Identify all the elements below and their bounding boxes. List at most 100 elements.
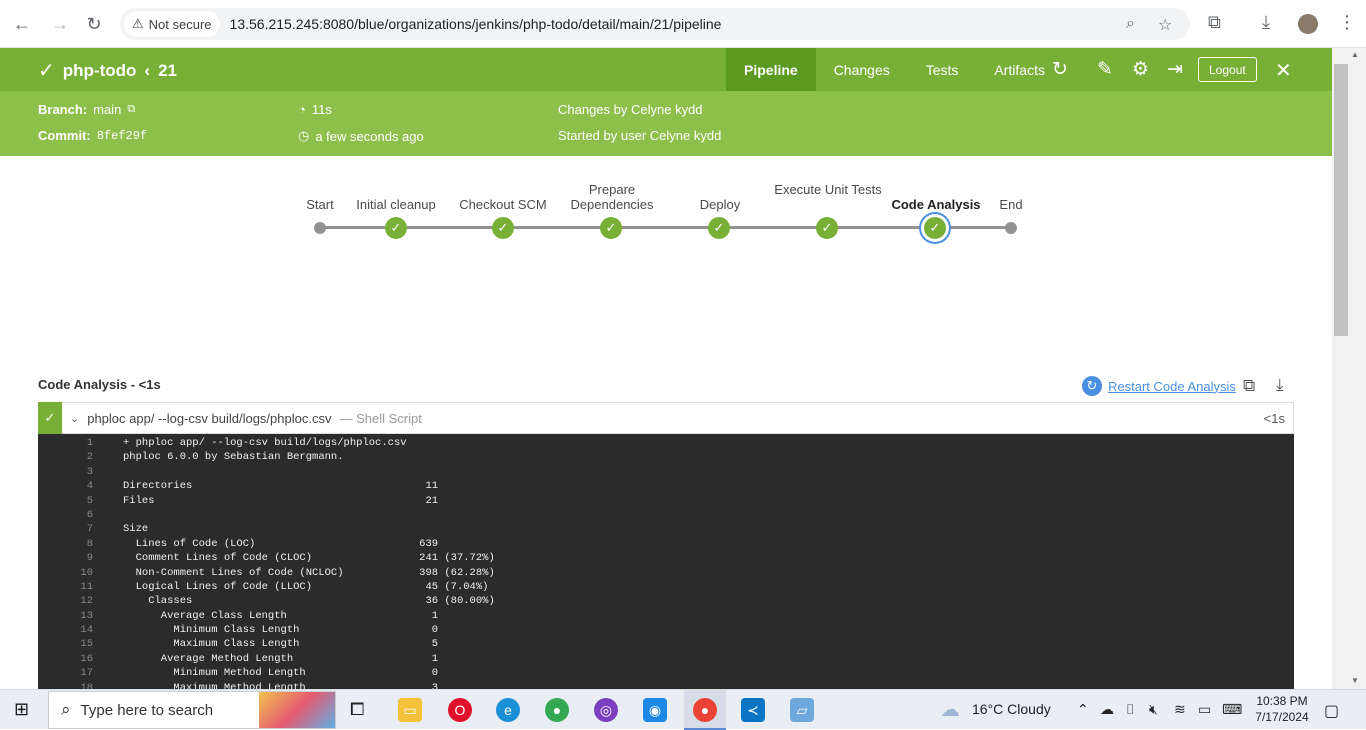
console-line: 11 Logical Lines of Code (LLOC) 45 (7.04… <box>38 581 1294 595</box>
clock[interactable]: 10:38 PM 7/17/2024 <box>1252 693 1312 725</box>
line-number[interactable]: 14 <box>38 624 93 636</box>
stage-deploy-check-icon[interactable]: ✓ <box>708 217 730 239</box>
back-icon[interactable]: ← <box>10 12 34 36</box>
chrome-active-icon[interactable]: ● <box>693 698 717 722</box>
reload-icon[interactable]: ↻ <box>82 12 106 36</box>
line-number[interactable]: 11 <box>38 581 93 593</box>
console-line: 15 Maximum Class Length 5 <box>38 638 1294 652</box>
line-number[interactable]: 8 <box>38 538 93 550</box>
job-name[interactable]: php-todo <box>63 61 137 81</box>
line-number[interactable]: 4 <box>38 480 93 492</box>
edge-icon[interactable]: e <box>496 698 520 722</box>
zoom-icon[interactable]: ⌕ <box>1126 15 1135 33</box>
opera-icon[interactable]: O <box>448 698 472 722</box>
line-number[interactable]: 18 <box>38 682 93 689</box>
usb-device-icon[interactable]: ⌷ <box>1126 701 1134 718</box>
wifi-icon[interactable]: ≋ <box>1174 701 1186 718</box>
stage-execute-unit-tests-check-icon[interactable]: ✓ <box>816 217 838 239</box>
stage-label-deploy: Deploy <box>699 197 741 212</box>
back-chevron-icon[interactable]: ‹ <box>144 61 150 81</box>
line-number[interactable]: 5 <box>38 495 93 507</box>
weather-text[interactable]: 16°C Cloudy <box>972 701 1051 717</box>
logout-button[interactable]: Logout <box>1198 57 1257 82</box>
line-number[interactable]: 6 <box>38 509 93 521</box>
extensions-icon[interactable]: ⧉ <box>1208 12 1221 33</box>
started-time: a few seconds ago <box>315 128 424 144</box>
open-in-new-window-icon[interactable]: ⧉ <box>1243 376 1255 396</box>
line-text: Lines of Code (LOC) 639 <box>123 537 439 550</box>
windows-taskbar: ⊞ ⌕ Type here to search ⧠ ▭ O e ● ◎ ◉ ● … <box>0 689 1366 730</box>
line-number[interactable]: 17 <box>38 667 93 679</box>
close-icon[interactable]: ✕ <box>1275 58 1292 83</box>
clock-time: 10:38 PM <box>1256 694 1308 708</box>
line-number[interactable]: 16 <box>38 653 93 665</box>
line-number[interactable]: 15 <box>38 638 93 650</box>
line-text: phploc 6.0.0 by Sebastian Bergmann. <box>123 451 344 464</box>
line-number[interactable]: 2 <box>38 451 93 463</box>
download-icon[interactable]: ⤓ <box>1262 12 1270 33</box>
task-view-icon[interactable]: ⧠ <box>350 699 364 720</box>
active-task[interactable]: ● <box>684 690 726 730</box>
stage-initial-cleanup-check-icon[interactable]: ✓ <box>385 217 407 239</box>
external-link-icon[interactable]: ⧉ <box>127 103 135 116</box>
windows-start-icon[interactable]: ⊞ <box>14 699 29 720</box>
line-text: Maximum Method Length 3 <box>123 681 439 689</box>
stage-code-analysis-check-icon[interactable]: ✓ <box>924 217 946 239</box>
scroll-up-arrow-icon[interactable]: ▲ <box>1351 50 1359 59</box>
menu-kebab-icon[interactable]: ⋮ <box>1338 12 1356 33</box>
download-log-icon[interactable]: ⤓ <box>1276 375 1284 395</box>
rerun-icon[interactable]: ↻ <box>1052 58 1068 81</box>
chrome-icon[interactable]: ● <box>545 698 569 722</box>
step-row[interactable]: ✓ ⌄ phploc app/ --log-csv build/logs/php… <box>38 402 1294 434</box>
line-text: Classes 36 (80.00%) <box>123 595 495 608</box>
url-text[interactable]: 13.56.215.245:8080/blue/organizations/je… <box>230 16 722 32</box>
address-bar[interactable]: ⚠ Not secure 13.56.215.245:8080/blue/org… <box>120 8 1190 40</box>
scrollbar-thumb[interactable] <box>1334 64 1348 336</box>
tray-chevron-up-icon[interactable]: ⌃ <box>1077 701 1089 718</box>
duration-value: 11s <box>311 102 332 117</box>
console-line: 3 <box>38 466 1294 480</box>
branch-link[interactable]: main <box>93 102 121 117</box>
github-desktop-icon[interactable]: ◎ <box>594 698 618 722</box>
vscode-icon[interactable]: ≺ <box>741 698 765 722</box>
line-number[interactable]: 3 <box>38 466 93 478</box>
edit-pencil-icon[interactable]: ✎ <box>1097 58 1113 81</box>
line-number[interactable]: 1 <box>38 437 93 449</box>
line-number[interactable]: 12 <box>38 595 93 607</box>
battery-icon[interactable]: ▭ <box>1198 701 1211 718</box>
tux-app-icon[interactable]: ◉ <box>643 698 667 722</box>
tab-changes[interactable]: Changes <box>816 48 908 91</box>
line-number[interactable]: 13 <box>38 610 93 622</box>
onedrive-cloud-icon[interactable]: ☁ <box>1100 701 1114 718</box>
settings-gear-icon[interactable]: ⚙ <box>1132 58 1149 81</box>
stage-label-execute-unit-tests: Execute Unit Tests <box>774 182 882 197</box>
tab-pipeline[interactable]: Pipeline <box>726 48 816 91</box>
chevron-down-icon[interactable]: ⌄ <box>70 412 79 425</box>
volume-muted-icon[interactable]: 🔇︎ <box>1149 701 1158 718</box>
keyboard-icon[interactable]: ⌨ <box>1222 701 1242 718</box>
clock-date: 7/17/2024 <box>1255 710 1309 724</box>
tab-artifacts[interactable]: Artifacts <box>976 48 1063 91</box>
step-type: — Shell Script <box>339 410 422 426</box>
tab-tests[interactable]: Tests <box>908 48 977 91</box>
stage-checkout-scm-check-icon[interactable]: ✓ <box>492 217 514 239</box>
exit-classic-icon[interactable]: ⇥ <box>1167 58 1183 81</box>
line-number[interactable]: 9 <box>38 552 93 564</box>
profile-avatar[interactable] <box>1298 14 1318 34</box>
file-explorer-icon[interactable]: ▭ <box>398 698 422 722</box>
stage-prepare-dependencies-check-icon[interactable]: ✓ <box>600 217 622 239</box>
restart-stage-link[interactable]: ↻ Restart Code Analysis <box>1082 376 1236 396</box>
line-text: Size <box>123 523 149 536</box>
line-number[interactable]: 7 <box>38 523 93 535</box>
stage-end-node <box>1005 222 1017 234</box>
notification-icon[interactable]: ▢ <box>1324 701 1339 721</box>
forward-icon[interactable]: → <box>48 12 72 36</box>
commit-hash[interactable]: 8fef29f <box>97 129 147 143</box>
bookmark-star-icon[interactable]: ☆ <box>1158 15 1172 35</box>
restart-label: Restart Code Analysis <box>1108 378 1236 394</box>
notepad-icon[interactable]: ▱ <box>790 698 814 722</box>
security-indicator[interactable]: ⚠ Not secure <box>124 11 220 37</box>
line-number[interactable]: 10 <box>38 567 93 579</box>
taskbar-search[interactable]: ⌕ Type here to search <box>48 691 336 729</box>
scroll-down-arrow-icon[interactable]: ▼ <box>1351 676 1359 685</box>
